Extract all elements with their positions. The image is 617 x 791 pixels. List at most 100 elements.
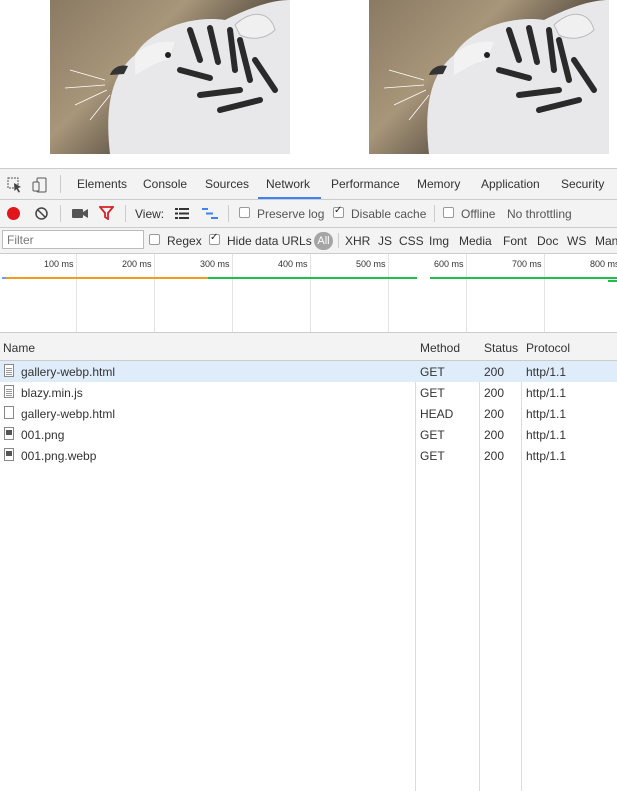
column-header-protocol[interactable]: Protocol	[526, 341, 570, 355]
offline-checkbox[interactable]	[443, 207, 454, 218]
timeline-gridline	[310, 254, 311, 332]
tab-network[interactable]: Network	[266, 177, 310, 191]
filter-type-css[interactable]: CSS	[399, 234, 424, 248]
divider	[60, 175, 61, 193]
filter-type-js[interactable]: JS	[378, 234, 392, 248]
table-row[interactable]: gallery-webp.html GET 200 http/1.1	[0, 361, 617, 382]
devtools-tab-bar: Elements Console Sources Network Perform…	[0, 169, 617, 200]
active-tab-indicator	[258, 197, 321, 199]
timeline-tick-label: 700 ms	[512, 259, 542, 269]
filter-all-pill[interactable]: All	[314, 232, 333, 250]
request-status: 200	[484, 407, 505, 421]
request-name: gallery-webp.html	[21, 407, 116, 421]
filter-type-ws[interactable]: WS	[567, 234, 586, 248]
timeline-request-bar	[608, 280, 617, 282]
record-icon[interactable]	[7, 207, 20, 220]
request-method: GET	[420, 449, 445, 463]
clear-icon[interactable]	[35, 207, 48, 223]
timeline-gridline	[232, 254, 233, 332]
request-status: 200	[484, 365, 505, 379]
table-row[interactable]: gallery-webp.html HEAD 200 http/1.1	[0, 403, 617, 424]
timeline-tick-label: 400 ms	[278, 259, 308, 269]
hide-data-urls-checkbox[interactable]	[209, 232, 220, 245]
disable-cache-checkbox[interactable]	[333, 205, 344, 218]
table-row[interactable]: 001.png.webp GET 200 http/1.1	[0, 445, 617, 466]
request-protocol: http/1.1	[526, 386, 567, 400]
tab-security[interactable]: Security	[561, 177, 604, 191]
filter-type-manifest[interactable]: Man	[595, 234, 617, 248]
timeline-request-bar	[208, 277, 417, 279]
table-row[interactable]: 001.png GET 200 http/1.1	[0, 424, 617, 445]
tab-memory[interactable]: Memory	[417, 177, 460, 191]
request-method: GET	[420, 386, 445, 400]
regex-label: Regex	[167, 234, 202, 248]
white-tiger-image	[369, 0, 609, 154]
tab-sources[interactable]: Sources	[205, 177, 249, 191]
filter-type-img[interactable]: Img	[429, 234, 449, 248]
view-label: View:	[135, 207, 165, 221]
waterfall-overview-icon[interactable]	[202, 208, 218, 222]
request-name: 001.png	[21, 428, 65, 442]
timeline-tick-label: 800 ms	[590, 259, 617, 269]
timeline-tick-label: 300 ms	[200, 259, 230, 269]
inspect-element-icon[interactable]	[7, 177, 23, 193]
filter-funnel-icon[interactable]	[98, 206, 115, 223]
timeline-gridline	[388, 254, 389, 332]
timeline-request-bar	[430, 277, 617, 279]
request-protocol: http/1.1	[526, 428, 567, 442]
timeline-tick-label: 200 ms	[122, 259, 152, 269]
column-header-name[interactable]: Name	[3, 341, 35, 355]
column-header-method[interactable]: Method	[420, 341, 460, 355]
hide-data-urls-label: Hide data URLs	[227, 234, 312, 248]
request-method: GET	[420, 365, 445, 379]
timeline-gridline	[544, 254, 545, 332]
tab-console[interactable]: Console	[143, 177, 187, 191]
filter-type-media[interactable]: Media	[459, 234, 492, 248]
column-header-status[interactable]: Status	[484, 341, 518, 355]
blank-file-icon	[4, 406, 14, 419]
device-toolbar-icon[interactable]	[32, 177, 48, 193]
offline-label: Offline	[461, 207, 496, 221]
request-name: 001.png.webp	[21, 449, 97, 463]
document-icon	[4, 385, 14, 398]
timeline-gridline	[76, 254, 77, 332]
divider	[228, 205, 229, 222]
image-file-icon	[4, 448, 14, 461]
page-content	[0, 0, 617, 168]
timeline-gridline	[466, 254, 467, 332]
divider	[338, 233, 339, 248]
timeline-request-bar	[6, 277, 208, 279]
request-status: 200	[484, 449, 505, 463]
white-tiger-image	[50, 0, 290, 154]
filter-type-doc[interactable]: Doc	[537, 234, 558, 248]
network-overview-timeline[interactable]: 100 ms 200 ms 300 ms 400 ms 500 ms 600 m…	[0, 254, 617, 333]
filter-type-font[interactable]: Font	[503, 234, 527, 248]
request-name: gallery-webp.html	[21, 365, 116, 379]
preserve-log-checkbox[interactable]	[239, 207, 250, 218]
request-protocol: http/1.1	[526, 449, 567, 463]
request-method: GET	[420, 428, 445, 442]
filter-bar: Regex Hide data URLs All XHR JS CSS Img …	[0, 228, 617, 254]
timeline-tick-label: 100 ms	[44, 259, 74, 269]
request-method: HEAD	[420, 407, 454, 421]
throttling-select[interactable]: No throttling	[507, 207, 572, 221]
request-status: 200	[484, 386, 505, 400]
regex-checkbox[interactable]	[149, 234, 160, 245]
request-name: blazy.min.js	[21, 386, 83, 400]
tab-performance[interactable]: Performance	[331, 177, 400, 191]
filter-type-xhr[interactable]: XHR	[345, 234, 370, 248]
table-row[interactable]: blazy.min.js GET 200 http/1.1	[0, 382, 617, 403]
request-protocol: http/1.1	[526, 365, 567, 379]
document-icon	[4, 364, 14, 377]
divider	[60, 205, 61, 222]
divider	[125, 205, 126, 222]
screenshot-camera-icon[interactable]	[72, 208, 88, 222]
network-toolbar: View: Preserve log Disable cache Offline…	[0, 200, 617, 228]
devtools-panel: Elements Console Sources Network Perform…	[0, 168, 617, 791]
filter-input[interactable]	[2, 230, 144, 249]
table-header: Name Method Status Protocol	[0, 333, 617, 361]
tab-elements[interactable]: Elements	[77, 177, 127, 191]
tab-application[interactable]: Application	[481, 177, 540, 191]
requests-table: Name Method Status Protocol gallery-webp…	[0, 333, 617, 791]
large-rows-icon[interactable]	[175, 208, 189, 222]
